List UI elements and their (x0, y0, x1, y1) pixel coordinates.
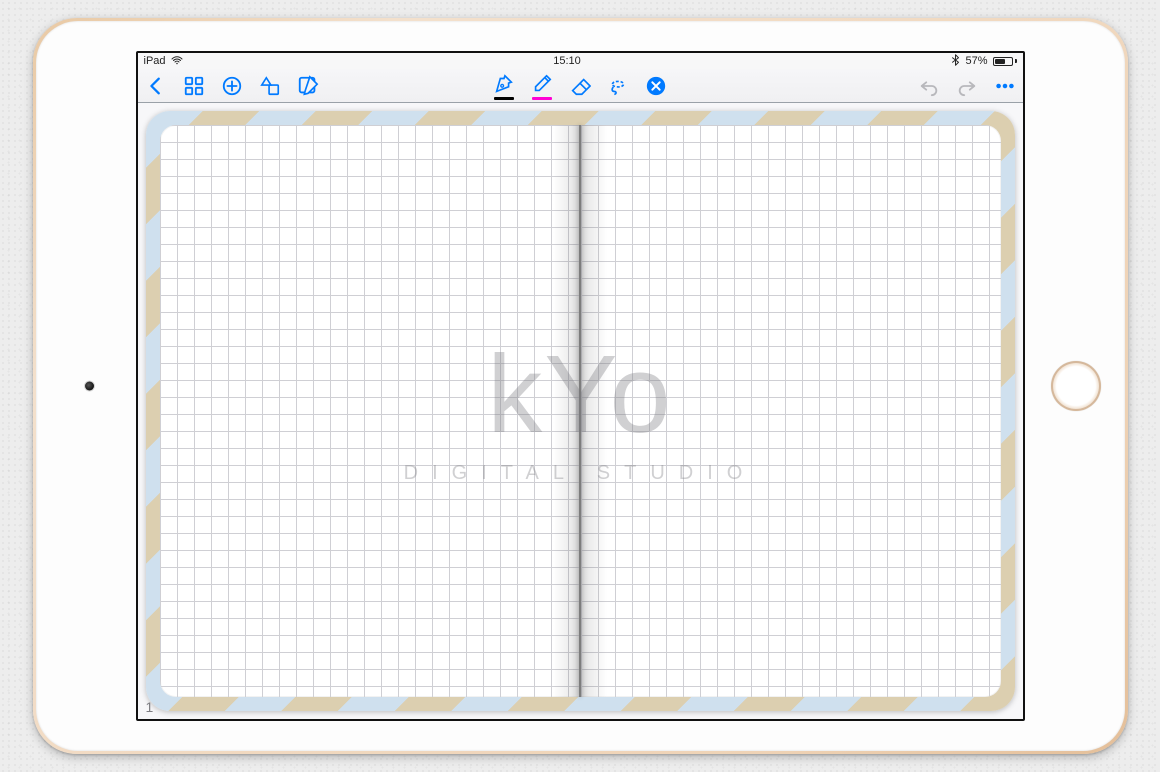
undo-button[interactable] (917, 74, 941, 98)
redo-button[interactable] (955, 74, 979, 98)
device-label: iPad (144, 55, 166, 67)
battery-icon (993, 57, 1017, 66)
clock: 15:10 (553, 55, 581, 67)
eraser-tool[interactable] (568, 74, 592, 98)
close-tool-button[interactable] (644, 74, 668, 98)
back-button[interactable] (144, 74, 168, 98)
edit-button[interactable] (296, 74, 320, 98)
stage: iPad 15:10 57% (0, 0, 1160, 772)
notebook-page-right[interactable] (581, 125, 1001, 697)
screen: iPad 15:10 57% (136, 51, 1025, 721)
front-camera (85, 382, 94, 391)
tablet-bezel: iPad 15:10 57% (36, 21, 1125, 751)
add-button[interactable] (220, 74, 244, 98)
tablet-device: iPad 15:10 57% (33, 18, 1128, 754)
highlighter-tool[interactable] (530, 74, 554, 98)
notebook-cover (146, 111, 1015, 711)
wifi-icon (171, 55, 183, 68)
document-canvas[interactable]: kYo DIGITAL STUDIO 1 (138, 103, 1023, 719)
shapes-button[interactable] (258, 74, 282, 98)
status-bar: iPad 15:10 57% (138, 53, 1023, 69)
bluetooth-icon (951, 54, 960, 69)
pen-tool[interactable] (492, 74, 516, 98)
app-toolbar (138, 69, 1023, 103)
battery-percent: 57% (965, 55, 987, 67)
thumbnails-button[interactable] (182, 74, 206, 98)
more-button[interactable] (993, 74, 1017, 98)
notebook-spread (160, 125, 1001, 697)
lasso-tool[interactable] (606, 74, 630, 98)
page-number: 1 (146, 699, 154, 715)
notebook-page-left[interactable] (160, 125, 580, 697)
home-button[interactable] (1051, 361, 1101, 411)
